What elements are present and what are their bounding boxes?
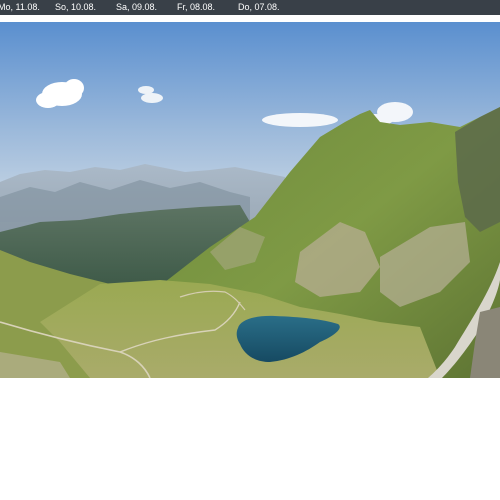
- spacer: [0, 15, 500, 22]
- date-navigation-bar: Mo, 11.08. So, 10.08. Sa, 09.08. Fr, 08.…: [0, 0, 500, 15]
- date-tab-fr-08-08[interactable]: Fr, 08.08.: [177, 0, 238, 15]
- date-tab-do-07-08[interactable]: Do, 07.08.: [238, 0, 299, 15]
- mountain-lake-panorama: [0, 22, 500, 378]
- webcam-panorama-image: [0, 22, 500, 378]
- date-tab-so-10-08[interactable]: So, 10.08.: [55, 0, 116, 15]
- empty-area: [0, 378, 500, 500]
- date-tab-mo-11-08[interactable]: Mo, 11.08.: [0, 0, 55, 15]
- date-tab-sa-09-08[interactable]: Sa, 09.08.: [116, 0, 177, 15]
